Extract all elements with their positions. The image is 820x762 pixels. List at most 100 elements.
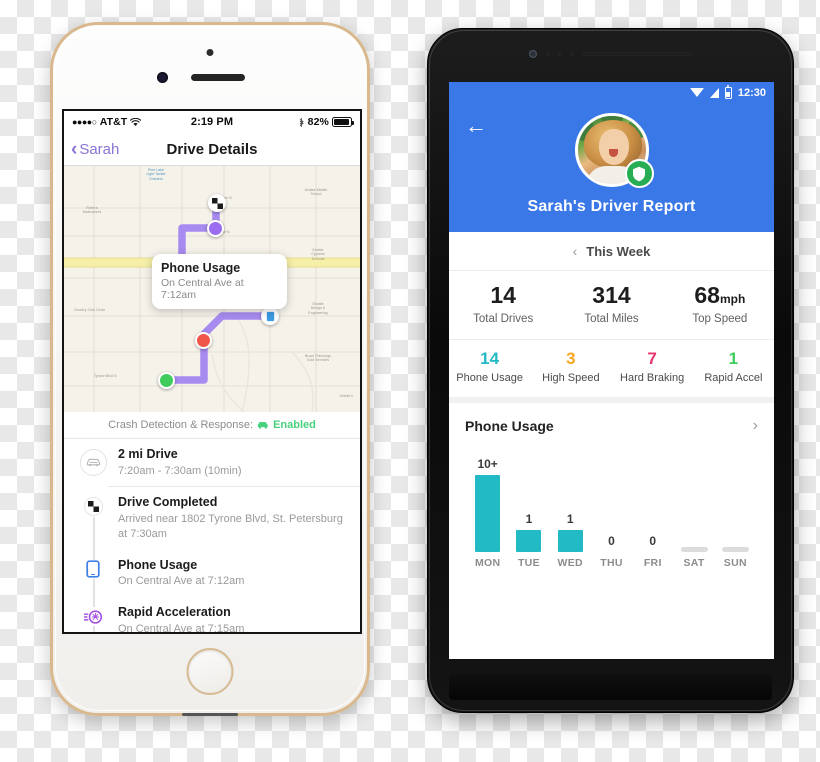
event-stat-label: High Speed — [542, 371, 600, 384]
chart-bar-day: THU — [600, 557, 623, 570]
earpiece-speaker — [582, 52, 692, 56]
signal-dots-icon: ●●●●○ — [72, 117, 97, 127]
avatar-mouth — [608, 149, 618, 157]
week-selector[interactable]: ‹ This Week — [449, 232, 774, 271]
report-title: Sarah's Driver Report — [527, 198, 696, 215]
stat-label: Total Miles — [584, 313, 639, 325]
phone-usage-card: Phone Usage › 10+ MON 1 TUE 1 WED 0 THU … — [449, 403, 774, 570]
chart-bar-empty — [721, 547, 749, 553]
android-bottom-speaker — [449, 674, 772, 700]
chart-bar-column[interactable]: 1 TUE — [508, 457, 549, 569]
chart-bar-day: MON — [474, 557, 501, 570]
phone-usage-card-header[interactable]: Phone Usage › — [465, 417, 758, 435]
callout-subtitle: On Central Ave at 7:12am — [161, 277, 244, 301]
event-stat-high-speed[interactable]: 3 High Speed — [530, 349, 611, 385]
iphone-screen: ●●●●○ AT&T 2:19 PM 82% ‹ Sarah Drive Det… — [62, 109, 362, 634]
chevron-left-icon[interactable]: ‹ — [573, 243, 578, 259]
checkered-flag-icon — [211, 197, 223, 209]
chart-bar-value: 0 — [649, 534, 657, 549]
map-callout[interactable]: Phone Usage On Central Ave at 7:12am — [152, 254, 287, 309]
chevron-left-icon: ‹ — [71, 138, 78, 160]
event-stat-value: 7 — [647, 349, 657, 368]
chart-bar-value: 10+ — [477, 457, 498, 472]
avatar-wrapper[interactable] — [574, 113, 654, 188]
ios-status-bar: ●●●●○ AT&T 2:19 PM 82% — [64, 111, 360, 133]
stat-value: 68 — [694, 282, 720, 308]
event-stat-value: 1 — [728, 349, 739, 368]
event-icon-slot — [78, 558, 108, 589]
event-stat-label: Rapid Accel — [704, 371, 763, 384]
list-item[interactable]: Drive Completed Arrived near 1802 Tyrone… — [64, 487, 360, 549]
event-icon-slot — [78, 495, 108, 541]
stat-total-drives: 14 Total Drives — [449, 284, 557, 326]
car-glyph-icon — [86, 458, 100, 467]
event-body: Phone Usage On Central Ave at 7:12am — [118, 558, 348, 589]
car-icon — [79, 449, 107, 476]
crash-detection-label: Crash Detection & Response: — [108, 419, 254, 431]
start-marker[interactable] — [158, 372, 175, 389]
avatar-face — [598, 129, 629, 165]
event-icon-slot — [78, 605, 108, 632]
back-arrow-icon[interactable]: ← — [465, 115, 487, 137]
event-title: Phone Usage — [118, 557, 198, 572]
status-left: ●●●●○ AT&T — [72, 116, 191, 128]
proximity-sensor-icon — [157, 72, 168, 83]
stat-label: Total Drives — [473, 313, 534, 325]
stat-total-miles: 314 Total Miles — [557, 284, 665, 326]
signal-icon — [709, 87, 719, 98]
stat-top-speed: 68mph Top Speed — [666, 284, 774, 326]
hard-braking-marker[interactable] — [195, 332, 212, 349]
back-button[interactable]: ‹ Sarah — [71, 140, 119, 159]
chart-bar-column[interactable]: SAT — [673, 457, 714, 569]
chart-bar-column[interactable]: 1 WED — [550, 457, 591, 569]
chart-bar-column[interactable]: SUN — [715, 457, 756, 569]
status-clock: 2:19 PM — [190, 116, 234, 128]
map-street-label: Tyrone Blvd N — [94, 374, 117, 378]
chart-bar-day: TUE — [517, 557, 540, 570]
phone-usage-marker[interactable] — [261, 307, 279, 325]
bottom-antenna-slot — [182, 713, 238, 716]
event-body: Rapid Acceleration On Central Ave at 7:1… — [118, 605, 348, 632]
driver-report-header: ← Sarah's Driver Report — [449, 103, 774, 232]
front-camera-icon — [529, 50, 537, 58]
drive-map[interactable]: Pine Lake Light Tackle Charters Azalea Mid… — [64, 166, 360, 412]
event-stat-rapid-accel[interactable]: 1 Rapid Accel — [693, 349, 774, 385]
back-button-label: Sarah — [79, 140, 120, 158]
chevron-right-icon[interactable]: › — [753, 417, 758, 435]
crash-detection-banner: Crash Detection & Response: Enabled — [64, 412, 360, 439]
rapid-accel-glyph-icon — [83, 610, 102, 624]
drive-events-list: 2 mi Drive 7:20am - 7:30am (10min) Drive… — [64, 439, 360, 632]
battery-icon — [724, 84, 732, 99]
event-title: 2 mi Drive — [118, 447, 178, 461]
event-subtitle: Arrived near 1802 Tyrone Blvd, St. Peter… — [118, 513, 343, 540]
home-button[interactable] — [186, 648, 234, 695]
chart-bar-column[interactable]: 0 THU — [591, 457, 632, 569]
chart-bar — [516, 530, 542, 553]
purple-event-marker[interactable] — [207, 220, 224, 237]
map-street-label: Country Club Circle — [74, 308, 106, 312]
shield-glyph-icon — [633, 166, 645, 181]
map-poi-label: Seattle Design & Engineering — [308, 302, 328, 315]
chart-bar-day: SAT — [683, 557, 705, 570]
stat-value-wrap: 68mph — [666, 284, 774, 307]
event-stat-phone-usage[interactable]: 14 Phone Usage — [449, 349, 530, 385]
list-item[interactable]: Rapid Acceleration On Central Ave at 7:1… — [64, 597, 360, 632]
crash-car-icon — [257, 422, 268, 429]
list-item[interactable]: 2 mi Drive 7:20am - 7:30am (10min) — [64, 439, 360, 486]
status-clock: 12:30 — [737, 86, 766, 99]
wifi-icon — [689, 88, 704, 97]
chart-bar-column[interactable]: 0 FRI — [632, 457, 673, 569]
list-item[interactable]: Phone Usage On Central Ave at 7:12am — [64, 550, 360, 597]
chart-bar-value: 1 — [525, 512, 533, 527]
chart-bar-column[interactable]: 10+ MON — [467, 457, 508, 569]
event-stat-hard-braking[interactable]: 7 Hard Braking — [612, 349, 693, 385]
map-poi-label: Riviera Waterworks — [82, 206, 102, 215]
event-body: 2 mi Drive 7:20am - 7:30am (10min) — [118, 447, 348, 478]
map-poi-label: Kimble Cypress Schools — [311, 248, 325, 261]
front-camera-icon — [206, 49, 214, 56]
map-poi-label: Azalea Middle School — [304, 188, 328, 197]
phone-glyph-icon — [86, 560, 100, 578]
shield-verified-icon — [624, 159, 654, 188]
iphone-device: ●●●●○ AT&T 2:19 PM 82% ‹ Sarah Drive Det… — [50, 22, 370, 716]
finish-flag-marker[interactable] — [208, 194, 226, 212]
